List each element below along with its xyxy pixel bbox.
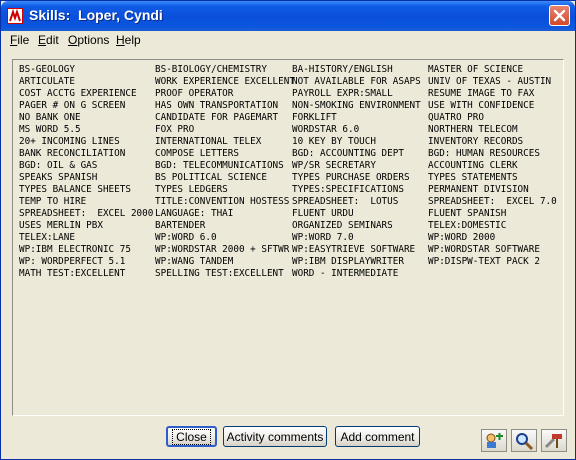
skill-item: WP:DISPW-TEXT PACK 2 (428, 256, 540, 267)
skill-item: FLUENT SPANISH (428, 208, 507, 219)
find-person-button[interactable] (481, 429, 507, 452)
add-comment-label: Add comment (340, 429, 415, 444)
add-comment-button[interactable]: Add comment (335, 426, 420, 447)
skill-item: SPELLING TEST:EXCELLENT (155, 268, 284, 279)
skill-item: WP:IBM ELECTRONIC 75 (19, 244, 131, 255)
search-icon (516, 433, 534, 451)
skill-item: ORGANIZED SEMINARS (292, 220, 393, 231)
skill-item: WP:WORD 2000 (428, 232, 496, 243)
skill-item: INVENTORY RECORDS (428, 136, 524, 147)
close-icon (553, 9, 566, 22)
window-close-button[interactable] (549, 5, 570, 26)
skill-item: WP/SR SECRETARY (292, 160, 376, 171)
skills-column-1: BS-GEOLOGY ARTICULATE COST ACCTG EXPERIENC… (19, 64, 153, 280)
skill-item: WORD - INTERMEDIATE (292, 268, 399, 279)
menu-options[interactable]: Options (68, 33, 109, 47)
skill-item: LANGUAGE: THAI (155, 208, 234, 219)
skill-item: MATH TEST:EXCELLENT (19, 268, 126, 279)
skill-item: BGD: HUMAN RESOURCES (428, 148, 540, 159)
skill-item: BS-BIOLOGY/CHEMISTRY (155, 64, 267, 75)
search-button[interactable] (511, 429, 537, 452)
skill-item: SPREADSHEET: LOTUS (292, 196, 399, 207)
skill-item: QUATRO PRO (428, 112, 484, 123)
skills-column-2: BS-BIOLOGY/CHEMISTRY WORK EXPERIENCE EXCE… (155, 64, 295, 280)
skill-item: TEMP TO HIRE (19, 196, 87, 207)
menu-file[interactable]: File (10, 33, 29, 47)
skill-item: WP:IBM DISPLAYWRITER (292, 256, 404, 267)
skill-item: INTERNATIONAL TELEX (155, 136, 262, 147)
skills-column-3: BA-HISTORY/ENGLISH NOT AVAILABLE FOR ASAP… (292, 64, 421, 280)
skill-item: BANK RECONCILIATION (19, 148, 126, 159)
skill-item: PROOF OPERATOR (155, 88, 234, 99)
skill-item: COMPOSE LETTERS (155, 148, 239, 159)
skill-item: WORDSTAR 6.0 (292, 124, 360, 135)
window-title: Skills: Loper, Cyndi (29, 7, 163, 23)
skill-item: SPEAKS SPANISH (19, 172, 98, 183)
skill-item: NOT AVAILABLE FOR ASAPS (292, 76, 421, 87)
skill-item: BARTENDER (155, 220, 206, 231)
skill-item: WP:WORD 6.0 (155, 232, 217, 243)
skill-item: TELEX:DOMESTIC (428, 220, 507, 231)
skill-item: SPREADSHEET: EXCEL 2000 (19, 208, 154, 219)
skill-item: 10 KEY BY TOUCH (292, 136, 376, 147)
skill-item: WORK EXPERIENCE EXCELLENT (155, 76, 295, 87)
title-bar[interactable]: Skills: Loper, Cyndi (1, 1, 575, 31)
skill-item: FOX PRO (155, 124, 195, 135)
skill-item: NON-SMOKING ENVIRONMENT (292, 100, 421, 111)
skill-item: NORTHERN TELECOM (428, 124, 518, 135)
menu-help[interactable]: Help (116, 33, 141, 47)
skill-item: TYPES BALANCE SHEETS (19, 184, 131, 195)
skill-item: COST ACCTG EXPERIENCE (19, 88, 137, 99)
skill-item: BGD: OIL & GAS (19, 160, 98, 171)
skill-item: PAGER # ON G SCREEN (19, 100, 126, 111)
skill-item: ACCOUNTING CLERK (428, 160, 518, 171)
skill-item: PAYROLL EXPR:SMALL (292, 88, 393, 99)
skill-item: RESUME IMAGE TO FAX (428, 88, 535, 99)
skill-item: WP:WORDSTAR 2000 + SFTWR (155, 244, 290, 255)
skill-item: TYPES:SPECIFICATIONS (292, 184, 404, 195)
skill-item: BS-GEOLOGY (19, 64, 75, 75)
skill-item: BGD: TELECOMMUNICATIONS (155, 160, 284, 171)
skill-item: SPREADSHEET: EXCEL 7.0 (428, 196, 557, 207)
skill-item: FORKLIFT (292, 112, 337, 123)
skill-item: 20+ INCOMING LINES (19, 136, 120, 147)
skill-item: WP:WORDSTAR SOFTWARE (428, 244, 540, 255)
skill-item: WP:WANG TANDEM (155, 256, 234, 267)
skill-item: BA-HISTORY/ENGLISH (292, 64, 393, 75)
skills-column-4: MASTER OF SCIENCE UNIV OF TEXAS - AUSTIN R… (428, 64, 557, 268)
skill-item: TYPES PURCHASE ORDERS (292, 172, 410, 183)
menu-edit[interactable]: Edit (38, 33, 59, 47)
skill-item: UNIV OF TEXAS - AUSTIN (428, 76, 552, 87)
skill-item: USE WITH CONFIDENCE (428, 100, 535, 111)
skill-item: BGD: ACCOUNTING DEPT (292, 148, 404, 159)
close-button-label: Close (172, 428, 211, 445)
menu-bar: File Edit Options Help (1, 31, 575, 50)
skill-item: BS POLITICAL SCIENCE (155, 172, 267, 183)
skill-item: HAS OWN TRANSPORTATION (155, 100, 279, 111)
skills-window: Skills: Loper, Cyndi File Edit Options H… (0, 0, 576, 460)
skill-item: TITLE:CONVENTION HOSTESS (155, 196, 290, 207)
skill-item: WP:WORD 7.0 (292, 232, 354, 243)
skills-list-panel: BS-GEOLOGY ARTICULATE COST ACCTG EXPERIENC… (12, 59, 564, 416)
skill-item: TELEX:LANE (19, 232, 75, 243)
skill-item: MASTER OF SCIENCE (428, 64, 524, 75)
skill-item: WP: WORDPERFECT 5.1 (19, 256, 126, 267)
skill-item: USES MERLIN PBX (19, 220, 103, 231)
tools-icon (544, 434, 562, 449)
activity-comments-label: Activity comments (226, 429, 324, 444)
activity-comments-button[interactable]: Activity comments (223, 426, 327, 447)
skill-item: NO BANK ONE (19, 112, 81, 123)
skill-item: FLUENT URDU (292, 208, 354, 219)
find-person-icon (486, 433, 503, 448)
skill-item: ARTICULATE (19, 76, 75, 87)
app-icon (7, 8, 23, 24)
tools-button[interactable] (541, 429, 567, 452)
skill-item: WP:EASYTRIEVE SOFTWARE (292, 244, 416, 255)
skill-item: PERMANENT DIVISION (428, 184, 529, 195)
skill-item: TYPES LEDGERS (155, 184, 228, 195)
skill-item: MS WORD 5.5 (19, 124, 81, 135)
skill-item: TYPES STATEMENTS (428, 172, 518, 183)
skill-item: CANDIDATE FOR PAGEMART (155, 112, 279, 123)
close-button[interactable]: Close (166, 426, 217, 447)
